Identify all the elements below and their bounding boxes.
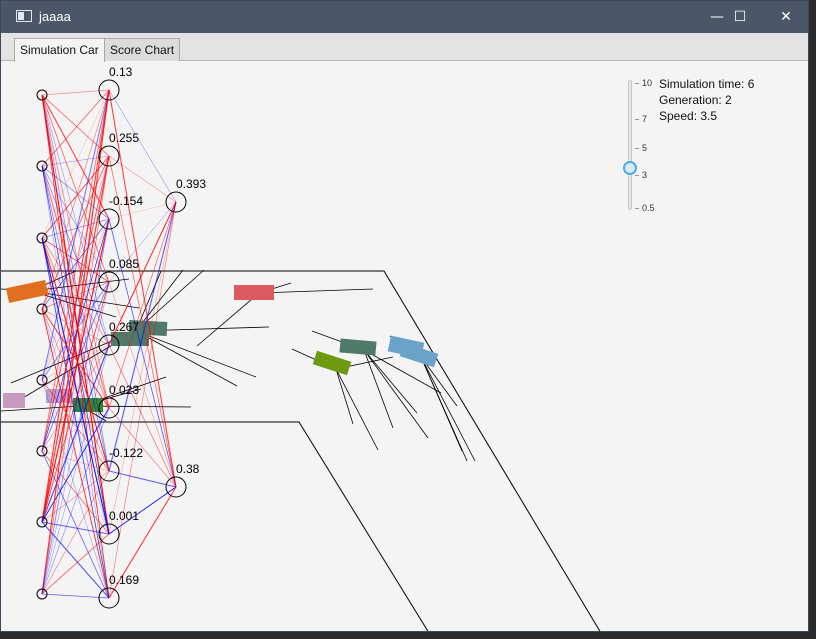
tab-simulation-car[interactable]: Simulation Car [14, 38, 105, 62]
hidden-neuron-value: -0.154 [109, 194, 143, 208]
speed-slider[interactable]: 10 7 5 3 0.5 [621, 78, 661, 213]
tab-score-chart[interactable]: Score Chart [104, 38, 181, 61]
title-bar: jaaaa — ☐ ✕ [1, 1, 808, 33]
output-neuron-value: 0.38 [176, 462, 200, 476]
speed-value: Speed: 3.5 [659, 109, 718, 123]
network-connection [41, 94, 110, 157]
network-connection [41, 533, 110, 595]
simulation-canvas: 0.13 0.255 -0.154 0.085 0.267 0.023 -0.122 0.00… [1, 65, 601, 631]
slider-tick-label: 3 [642, 170, 648, 180]
simulation-time: Simulation time: 6 [659, 77, 755, 91]
hidden-neuron-value: 0.023 [109, 383, 139, 397]
speed-slider-track[interactable] [628, 80, 632, 210]
network-connection [108, 89, 177, 488]
hidden-neuron-value: 0.169 [109, 573, 139, 587]
hidden-neuron-value: -0.122 [109, 446, 143, 460]
hidden-neuron-value: 0.255 [109, 131, 139, 145]
slider-tick [635, 119, 639, 120]
car-teal-3 [339, 338, 377, 356]
car-pink [3, 393, 25, 408]
slider-tick [635, 148, 639, 149]
slider-tick [635, 83, 639, 84]
slider-tick-label: 0.5 [642, 203, 655, 213]
network-connection [108, 89, 177, 203]
network-connection [41, 308, 110, 599]
slider-tick-label: 7 [642, 114, 648, 124]
hidden-neuron-value: 0.085 [109, 257, 139, 271]
generation-count: Generation: 2 [659, 93, 732, 107]
network-connection [41, 407, 110, 452]
app-window: jaaaa — ☐ ✕ Simulation Car Score Chart 0… [0, 0, 809, 632]
slider-tick-label: 5 [642, 143, 648, 153]
network-connection [108, 344, 177, 488]
car-olive [312, 350, 352, 376]
tab-bar: Simulation Car Score Chart [1, 33, 808, 62]
slider-tick [635, 175, 639, 176]
road-edge-inner [1, 421, 429, 631]
speed-slider-thumb[interactable] [623, 161, 637, 175]
slider-tick-label: 10 [642, 78, 653, 88]
maximize-button[interactable]: ☐ [717, 1, 763, 33]
network-connection [41, 281, 110, 595]
hidden-neuron-value: 0.13 [109, 65, 133, 79]
car-red [234, 285, 274, 300]
window-title: jaaaa [39, 9, 71, 24]
network-connection [41, 281, 110, 381]
car-orange [5, 279, 49, 303]
hidden-neuron-value: 0.001 [109, 509, 139, 523]
simulation-info: Simulation time: 6 Generation: 2 Speed: … [659, 76, 754, 124]
output-neuron-value: 0.393 [176, 177, 206, 191]
hidden-neuron-value: 0.267 [109, 320, 139, 334]
app-icon [16, 10, 32, 22]
close-button[interactable]: ✕ [763, 1, 808, 33]
slider-tick [635, 208, 639, 209]
